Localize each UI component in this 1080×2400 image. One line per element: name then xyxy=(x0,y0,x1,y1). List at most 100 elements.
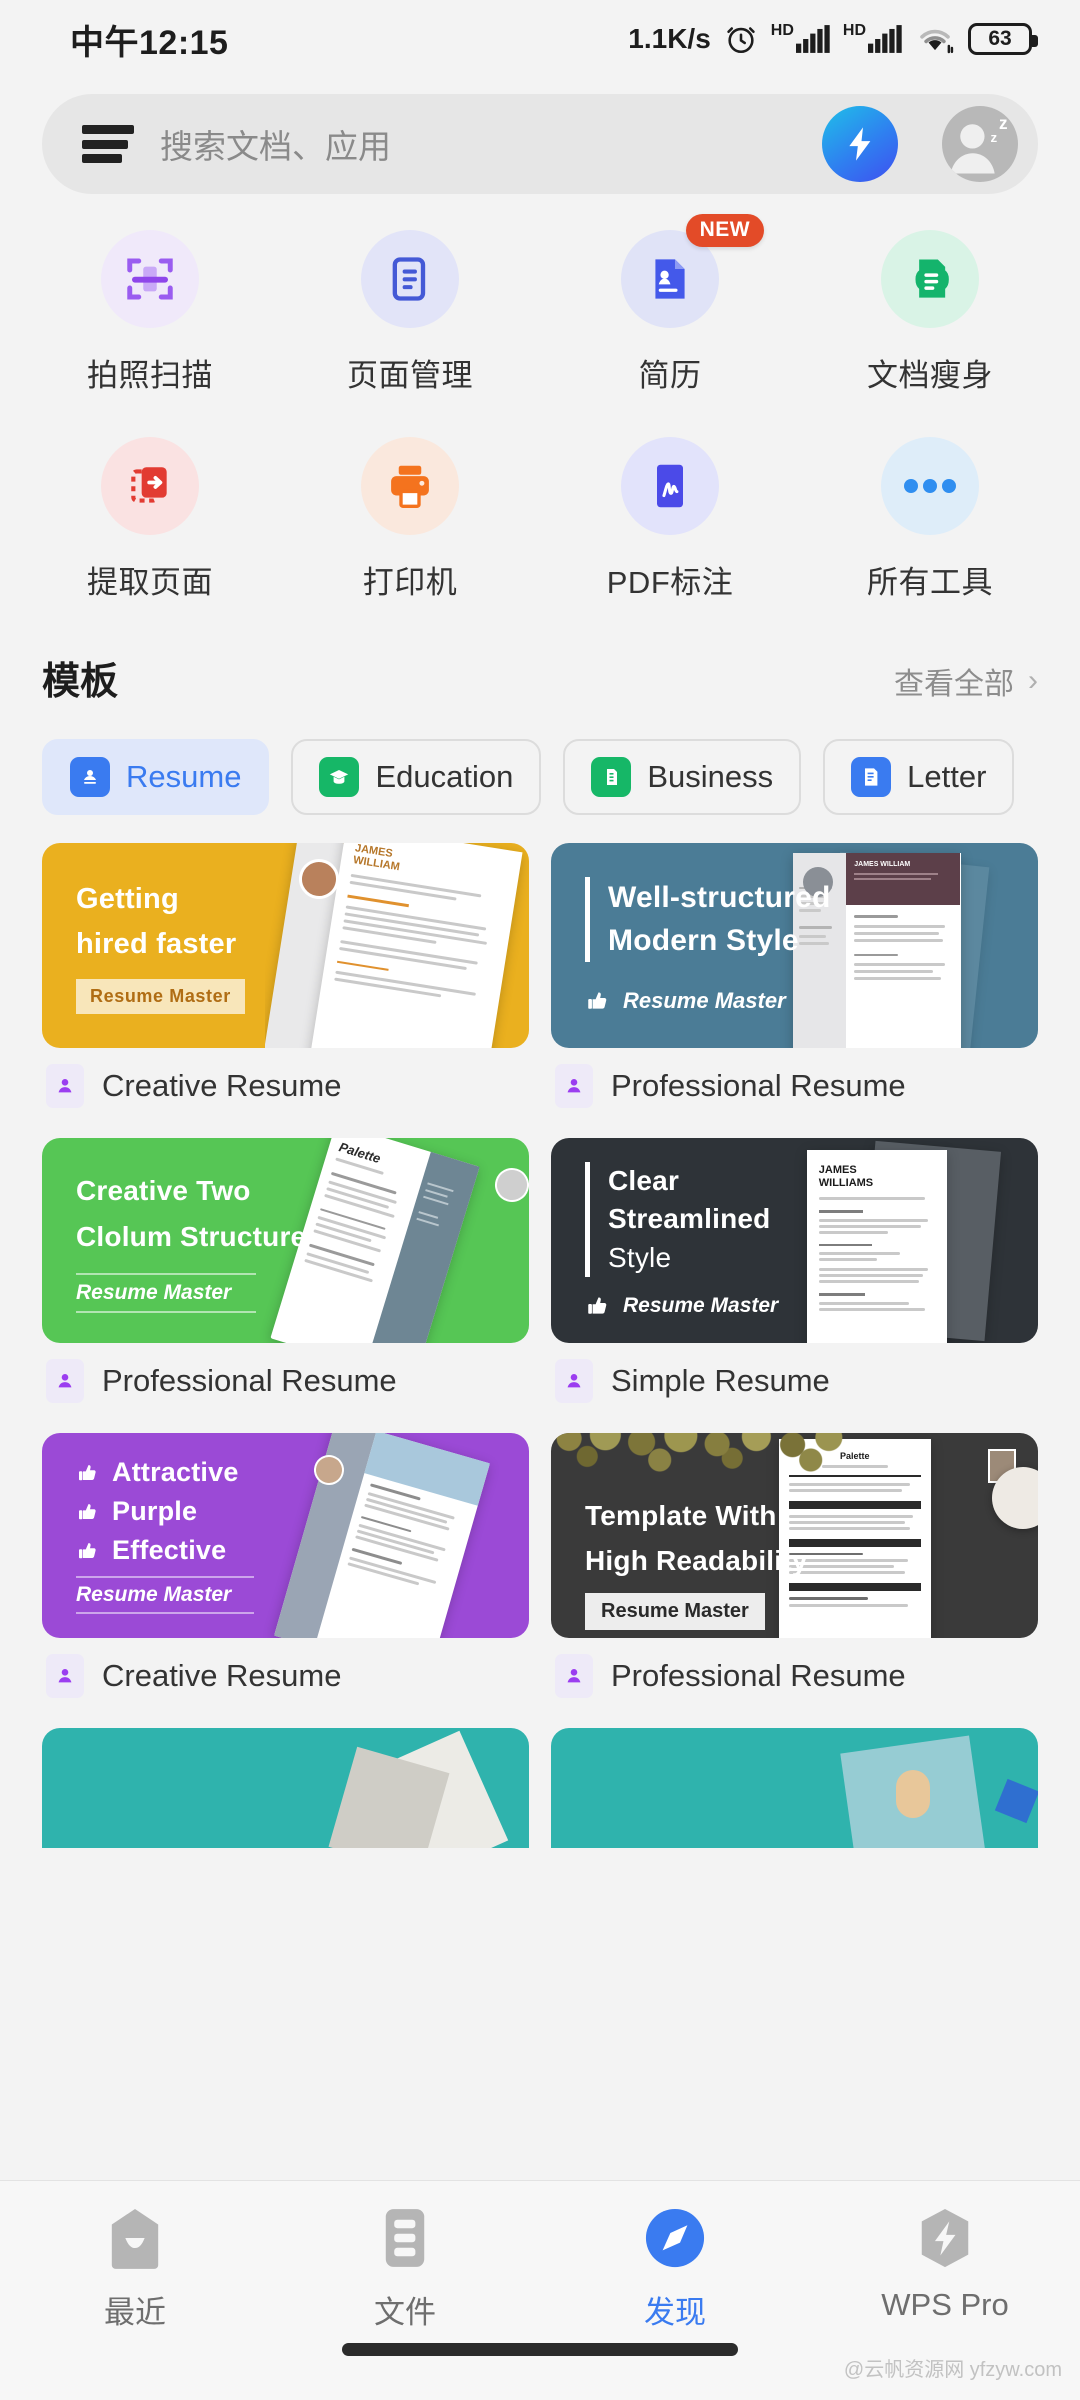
card-headline-3: Style xyxy=(608,1241,672,1273)
card-badge: Resume Master xyxy=(76,1280,232,1304)
office-building-icon xyxy=(591,757,632,797)
tool-all-tools[interactable]: 所有工具 xyxy=(800,437,1060,602)
nav-item-wps-pro[interactable]: WPS Pro xyxy=(810,2207,1080,2323)
tool-pdf-annotate[interactable]: PDF标注 xyxy=(540,437,800,602)
card-badge: Resume Master xyxy=(623,988,786,1014)
status-icons: 1.1K/s HD HD 63 xyxy=(628,22,1038,56)
tab-resume[interactable]: Resume xyxy=(42,739,270,815)
template-caption[interactable]: Creative Resume xyxy=(42,1048,529,1130)
watermark: @云帆资源网 yfzyw.com xyxy=(843,2359,1062,2381)
nav-item-discover[interactable]: 发现 xyxy=(540,2207,810,2332)
person-card-icon xyxy=(555,1064,593,1108)
bottom-navigation: 最近 文件 发现 WPS Pro @云帆资源网 yfzyw.com xyxy=(0,2180,1080,2400)
card-badge: Resume Master xyxy=(585,1593,765,1631)
nav-item-files[interactable]: 文件 xyxy=(270,2207,540,2332)
tool-extract-page[interactable]: 提取页面 xyxy=(20,437,280,602)
thumbs-up-icon xyxy=(588,992,607,1009)
wifi-icon xyxy=(920,29,954,54)
tool-scan[interactable]: 拍照扫描 xyxy=(20,230,280,395)
tool-label: 文档瘦身 xyxy=(867,358,993,393)
wps-pro-icon xyxy=(921,2208,969,2268)
tab-label: Education xyxy=(375,759,514,794)
tool-label: 简历 xyxy=(638,358,702,393)
card-badge: Resume Master xyxy=(76,1583,232,1606)
template-caption[interactable]: Professional Resume xyxy=(42,1343,529,1425)
network-speed: 1.1K/s xyxy=(628,23,711,54)
template-cell: JAMES WILLIAMS Clear Streamlined Style R… xyxy=(551,1138,1038,1425)
tab-label: Letter xyxy=(907,759,987,794)
template-card[interactable]: Attractive Purple Effective Resume Maste… xyxy=(42,1433,529,1638)
template-caption[interactable]: Professional Resume xyxy=(551,1638,1038,1720)
card-headline-1: Creative Two xyxy=(76,1175,251,1207)
tool-label: 拍照扫描 xyxy=(87,358,213,393)
pdf-annotate-icon xyxy=(621,437,719,535)
caption-label: Simple Resume xyxy=(611,1363,830,1398)
lightning-bolt-icon[interactable] xyxy=(822,106,898,182)
resume-person-icon xyxy=(70,757,110,797)
template-card[interactable]: Palette xyxy=(551,1433,1038,1638)
thumbs-up-icon xyxy=(79,1464,96,1480)
tab-business[interactable]: Business xyxy=(563,739,802,815)
signal-bars-icon xyxy=(795,25,830,53)
template-cell: Palette xyxy=(42,1138,529,1425)
hamburger-menu-icon[interactable] xyxy=(82,125,134,163)
alarm-clock-icon xyxy=(727,27,755,54)
tool-compress[interactable]: 文档瘦身 xyxy=(800,230,1060,395)
person-card-icon xyxy=(46,1064,84,1108)
card-headline-2: High Readability xyxy=(585,1545,808,1576)
battery-level: 63 xyxy=(988,27,1012,50)
nav-label: 文件 xyxy=(374,2295,436,2330)
template-card-partial[interactable] xyxy=(551,1728,1038,1848)
letter-doc-icon xyxy=(851,757,892,797)
template-cell: JAMES WILLIAM Getting hired faster Resume… xyxy=(42,843,529,1130)
tool-page-manage[interactable]: 页面管理 xyxy=(280,230,540,395)
tool-label: 打印机 xyxy=(362,565,458,600)
tool-label: PDF标注 xyxy=(606,565,734,600)
nav-label-active: 发现 xyxy=(644,2295,706,2330)
caption-label: Professional Resume xyxy=(611,1658,906,1693)
status-time: 中午12:15 xyxy=(70,23,229,62)
tool-label: 提取页面 xyxy=(87,565,213,600)
user-avatar-sleep-icon[interactable]: z z xyxy=(942,106,1018,182)
card-headline-1: Getting xyxy=(76,883,179,916)
tool-resume[interactable]: NEW 简历 xyxy=(540,214,800,395)
person-card-icon xyxy=(555,1359,593,1403)
card-headline-2: Streamlined xyxy=(608,1203,771,1235)
card-headline-2: hired faster xyxy=(76,928,237,960)
home-indicator[interactable] xyxy=(342,2343,738,2356)
template-card[interactable]: JAMES WILLIAM Well-structured Modern Sty… xyxy=(551,843,1038,1048)
template-card[interactable]: JAMES WILLIAM Getting hired faster Resume… xyxy=(42,843,529,1048)
template-cell: Palette xyxy=(551,1433,1038,1720)
view-all-button[interactable]: 查看全部 › xyxy=(894,659,1038,703)
template-caption[interactable]: Creative Resume xyxy=(42,1638,529,1720)
template-caption[interactable]: Professional Resume xyxy=(551,1048,1038,1130)
template-card[interactable]: JAMES WILLIAMS Clear Streamlined Style R… xyxy=(551,1138,1038,1343)
signal-bars-icon-2 xyxy=(868,25,902,53)
caption-label: Professional Resume xyxy=(611,1068,906,1103)
new-badge: NEW xyxy=(685,214,765,247)
page-manage-icon xyxy=(361,230,459,328)
search-bar[interactable]: 搜索文档、应用 z z xyxy=(42,94,1038,194)
nav-item-recent[interactable]: 最近 xyxy=(0,2207,270,2332)
tools-row-1: 拍照扫描 页面管理 NEW 简历 文档瘦身 xyxy=(20,214,1060,395)
template-cell-partial xyxy=(42,1728,529,1848)
tab-letter[interactable]: Letter xyxy=(823,739,1015,815)
signal-1: HD xyxy=(771,22,830,54)
template-card-partial[interactable] xyxy=(42,1728,529,1848)
printer-icon xyxy=(361,437,459,535)
template-caption[interactable]: Simple Resume xyxy=(551,1343,1038,1425)
tool-printer[interactable]: 打印机 xyxy=(280,437,540,602)
card-headline-1: Template With xyxy=(585,1499,777,1531)
caption-label: Professional Resume xyxy=(102,1363,397,1398)
template-card[interactable]: Palette xyxy=(42,1138,529,1343)
card-headline-3: Effective xyxy=(112,1535,227,1565)
tab-education[interactable]: Education xyxy=(291,739,542,815)
compass-icon xyxy=(645,2208,705,2268)
person-card-icon xyxy=(46,1359,84,1403)
view-all-label: 查看全部 xyxy=(894,668,1014,701)
battery-indicator: 63 xyxy=(968,23,1038,55)
template-grid: JAMES WILLIAM Getting hired faster Resume… xyxy=(0,815,1080,1856)
tools-grid: 拍照扫描 页面管理 NEW 简历 文档瘦身 提取页面 打印机 PDF标注 所有工… xyxy=(0,194,1080,602)
search-input[interactable]: 搜索文档、应用 xyxy=(160,120,796,168)
svg-text:z: z xyxy=(990,130,997,145)
